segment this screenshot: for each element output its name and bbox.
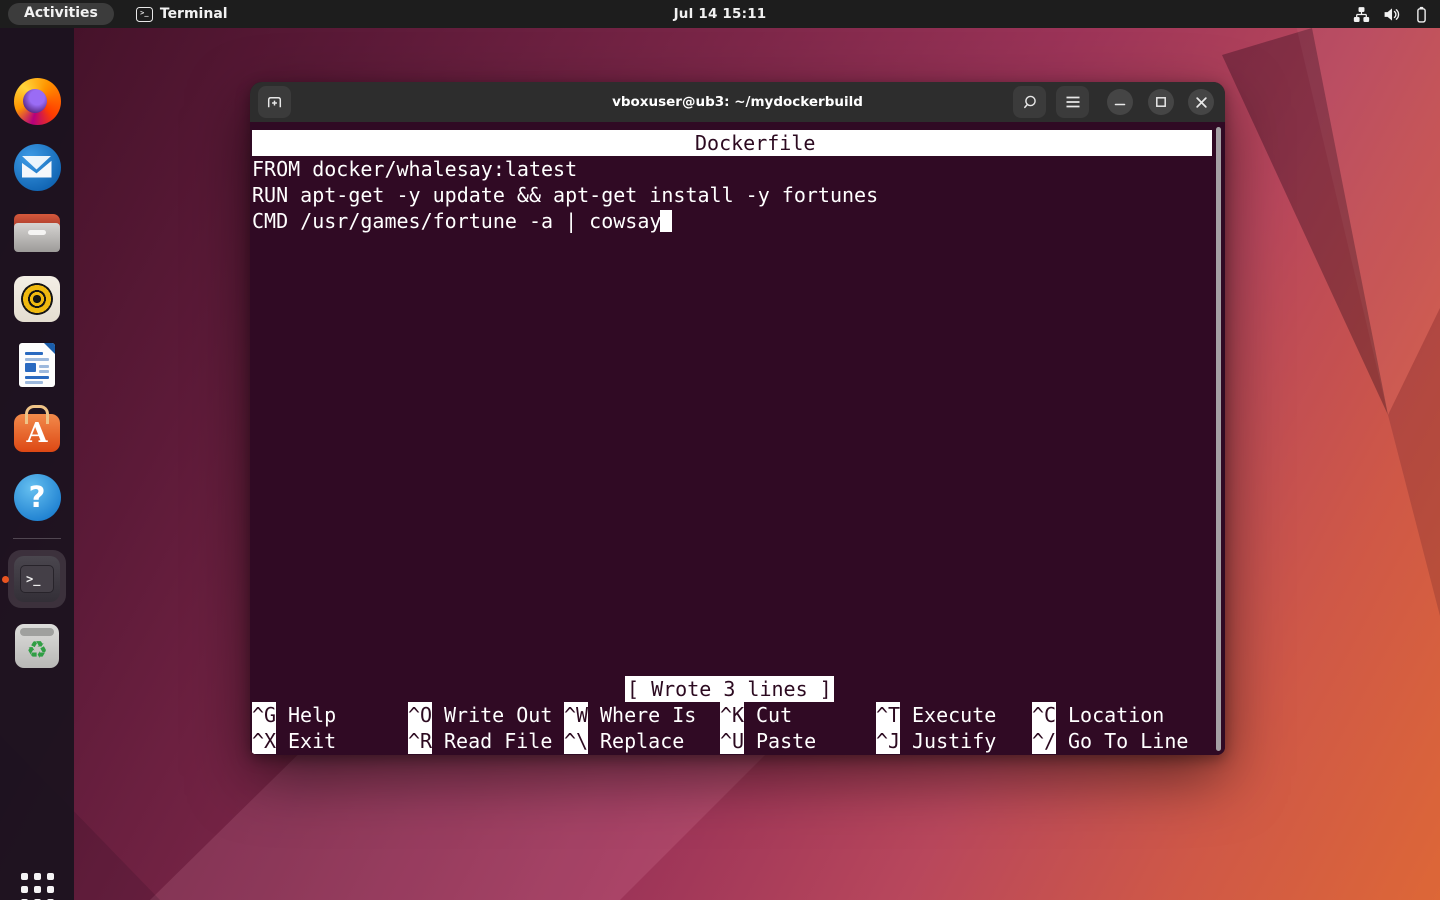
shortcut-key: ^C	[1032, 702, 1056, 728]
dock-item-help[interactable]: ?	[8, 468, 66, 526]
shortcut-key: ^/	[1032, 728, 1056, 754]
volume-icon	[1383, 6, 1400, 23]
nano-shortcut-row: ^GHelp^OWrite Out^WWhere Is^KCut^TExecut…	[252, 702, 1212, 728]
text-cursor	[660, 210, 672, 232]
focused-app-menu[interactable]: >_ Terminal	[136, 6, 228, 22]
shortcut-key: ^U	[720, 728, 744, 754]
terminal-scrollbar[interactable]	[1216, 127, 1221, 751]
nano-status-message: [ Wrote 3 lines ]	[625, 676, 834, 702]
activities-button[interactable]: Activities	[8, 3, 114, 25]
shortcut-label: Paste	[756, 728, 816, 754]
help-icon: ?	[14, 474, 61, 521]
minimize-icon	[1114, 96, 1126, 108]
dock-separator	[13, 538, 61, 539]
shortcut-label: Cut	[756, 702, 792, 728]
maximize-button[interactable]	[1148, 89, 1174, 115]
clock[interactable]: Jul 14 15:11	[674, 6, 767, 22]
shortcut-label: Exit	[288, 728, 336, 754]
editor-line: RUN apt-get -y update && apt-get install…	[252, 182, 878, 208]
nano-shortcut: ^RRead File	[408, 728, 432, 754]
terminal-icon: >_	[14, 556, 60, 602]
shortcut-key: ^K	[720, 702, 744, 728]
libreoffice-writer-icon	[19, 343, 55, 387]
nano-shortcut: ^UPaste	[720, 728, 744, 754]
nano-editor-screen[interactable]: GNU nano 6.2 Dockerfile FROM docker/whal…	[250, 122, 1225, 755]
shortcut-key: ^T	[876, 702, 900, 728]
editor-line: FROM docker/whalesay:latest	[252, 156, 577, 182]
terminal-app-icon: >_	[136, 7, 153, 22]
nano-shortcut: ^XExit	[252, 728, 276, 754]
shortcut-label: Justify	[912, 728, 996, 754]
maximize-icon	[1155, 96, 1167, 108]
minimize-button[interactable]	[1107, 89, 1133, 115]
firefox-icon	[14, 78, 61, 125]
shortcut-label: Write Out	[444, 702, 552, 728]
shortcut-label: Replace	[600, 728, 684, 754]
search-button[interactable]	[1013, 86, 1046, 118]
shortcut-key: ^\	[564, 728, 588, 754]
show-applications-icon	[21, 873, 54, 900]
shortcut-key: ^R	[408, 728, 432, 754]
dock-item-libreoffice-writer[interactable]	[8, 336, 66, 394]
shortcut-label: Execute	[912, 702, 996, 728]
dock-item-thunderbird[interactable]	[8, 138, 66, 196]
shortcut-label: Help	[288, 702, 336, 728]
rhythmbox-icon	[14, 276, 60, 322]
close-icon	[1195, 96, 1208, 109]
nano-filename: Dockerfile	[695, 130, 815, 156]
battery-icon	[1413, 6, 1430, 23]
nano-shortcut: ^\Replace	[564, 728, 588, 754]
files-icon	[14, 214, 60, 252]
nano-shortcut: ^/Go To Line	[1032, 728, 1056, 754]
ubuntu-software-icon: A	[14, 414, 60, 452]
shortcut-label: Location	[1068, 702, 1164, 728]
nano-shortcut: ^JJustify	[876, 728, 900, 754]
dock-item-files[interactable]	[8, 204, 66, 262]
dock-item-rhythmbox[interactable]	[8, 270, 66, 328]
system-tray[interactable]	[1353, 0, 1430, 28]
terminal-window: vboxuser@ub3: ~/mydockerbuild	[250, 82, 1225, 755]
nano-title-bar: GNU nano 6.2 Dockerfile	[252, 130, 1212, 156]
dock-item-terminal[interactable]: >_	[8, 550, 66, 608]
shortcut-key: ^W	[564, 702, 588, 728]
editor-line: CMD /usr/games/fortune -a | cowsay	[252, 208, 661, 234]
trash-icon: ♻	[15, 624, 59, 668]
nano-shortcut: ^WWhere Is	[564, 702, 588, 728]
dock: A ? >_ ♻	[0, 28, 74, 900]
shortcut-label: Go To Line	[1068, 728, 1188, 754]
shortcut-label: Read File	[444, 728, 552, 754]
search-icon	[1021, 93, 1039, 111]
nano-shortcut: ^OWrite Out	[408, 702, 432, 728]
hamburger-menu-icon	[1065, 95, 1081, 109]
shortcut-key: ^O	[408, 702, 432, 728]
dock-item-ubuntu-software[interactable]: A	[8, 400, 66, 458]
shortcut-key: ^X	[252, 728, 276, 754]
nano-shortcut: ^KCut	[720, 702, 744, 728]
window-titlebar[interactable]: vboxuser@ub3: ~/mydockerbuild	[250, 82, 1225, 122]
close-button[interactable]	[1188, 89, 1214, 115]
dock-item-trash[interactable]: ♻	[8, 617, 66, 675]
shortcut-label: Where Is	[600, 702, 696, 728]
thunderbird-icon	[14, 144, 61, 191]
menu-button[interactable]	[1056, 86, 1089, 118]
nano-shortcut: ^TExecute	[876, 702, 900, 728]
nano-shortcut: ^CLocation	[1032, 702, 1056, 728]
show-applications-button[interactable]	[8, 860, 66, 900]
dock-item-firefox[interactable]	[8, 72, 66, 130]
focused-app-name: Terminal	[160, 6, 228, 22]
shortcut-key: ^G	[252, 702, 276, 728]
top-bar: Activities >_ Terminal Jul 14 15:11	[0, 0, 1440, 28]
shortcut-key: ^J	[876, 728, 900, 754]
nano-shortcut-row: ^XExit^RRead File^\Replace^UPaste^JJusti…	[252, 728, 1212, 754]
nano-shortcut: ^GHelp	[252, 702, 276, 728]
network-wired-icon	[1353, 6, 1370, 23]
